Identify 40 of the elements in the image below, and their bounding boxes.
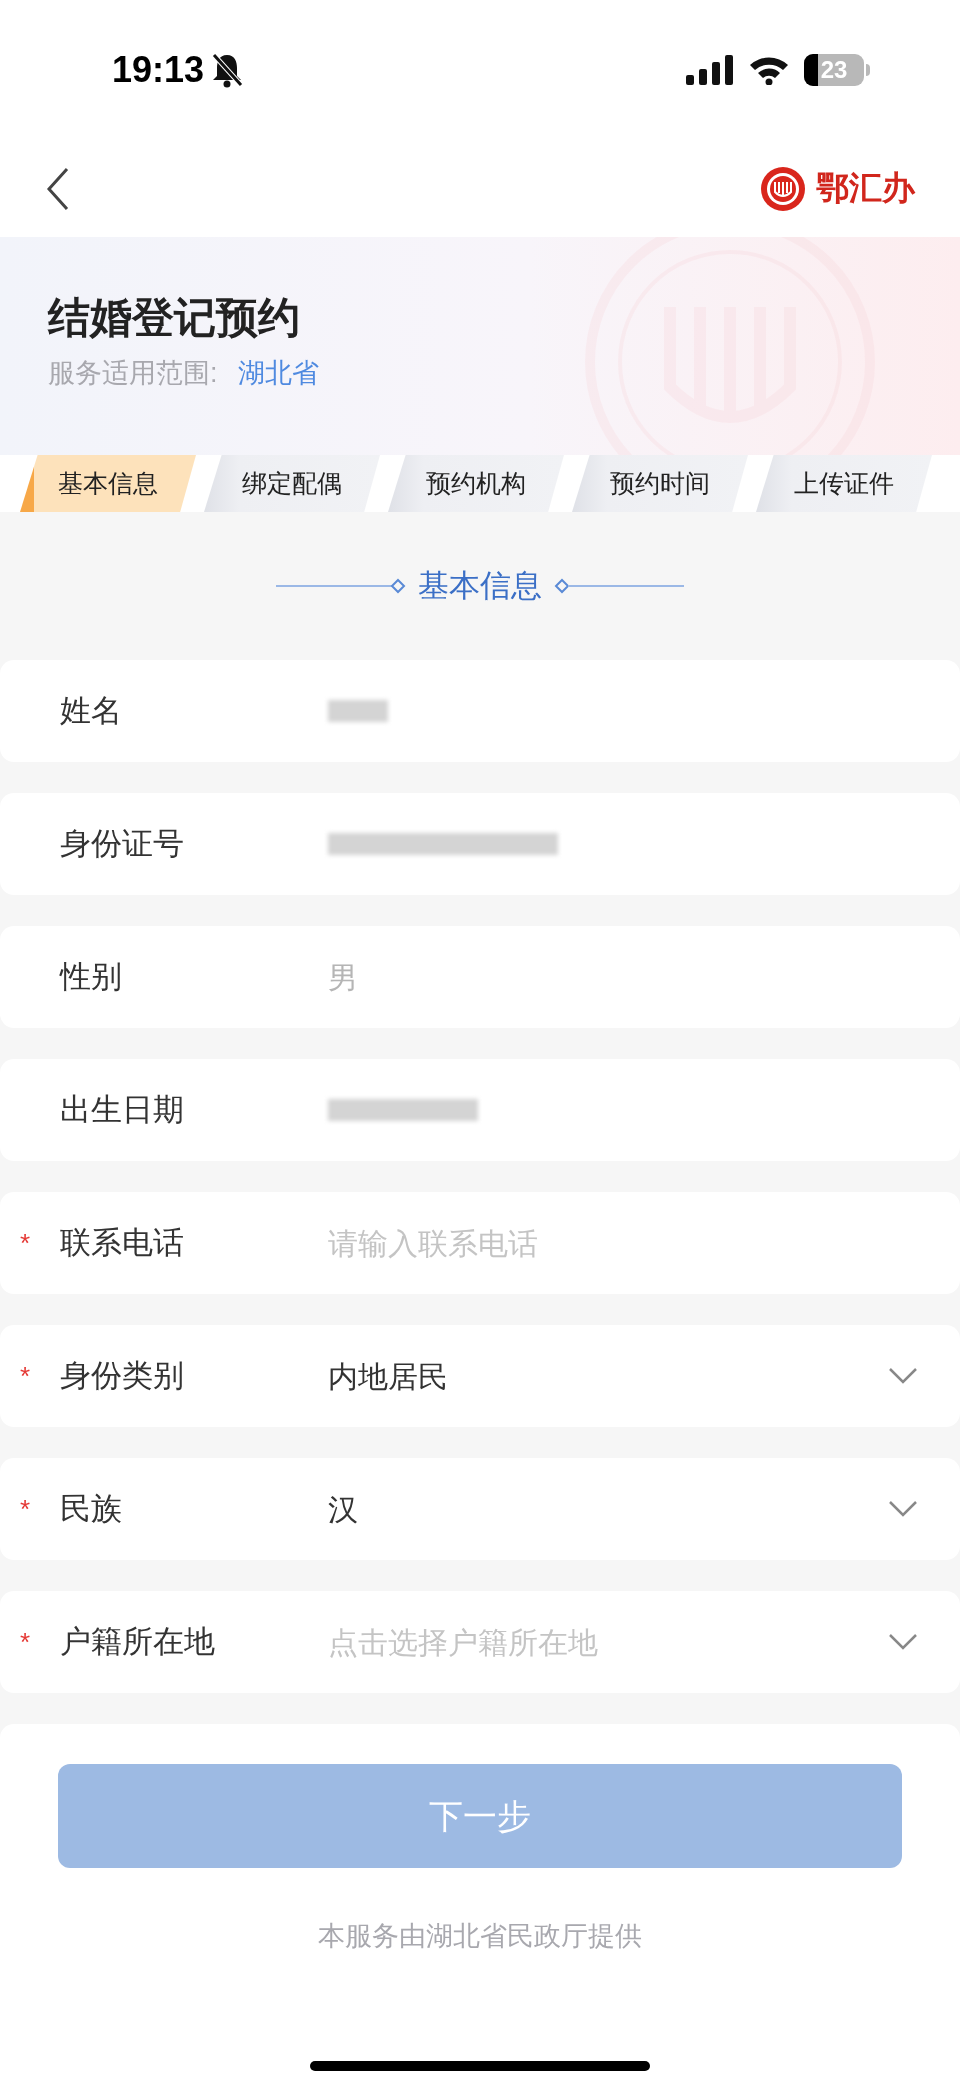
select-value[interactable]: 汉 — [328, 1486, 888, 1532]
battery-fill — [804, 54, 818, 86]
battery-level: 23 — [820, 55, 848, 85]
chevron-down-icon — [888, 1633, 918, 1651]
wifi-icon — [748, 55, 790, 85]
field-label: 民族 — [60, 1489, 123, 1528]
phone-input-field[interactable]: 请输入联系电话 — [328, 1220, 920, 1266]
field-label: 联系电话 — [60, 1223, 185, 1262]
step-tab[interactable]: 上传证件 — [756, 455, 932, 512]
required-mark: * — [20, 1230, 31, 1256]
field-label: 身份证号 — [60, 824, 185, 863]
step-tab[interactable]: 预约机构 — [388, 455, 564, 512]
emblem-watermark-icon — [585, 237, 875, 455]
required-mark: * — [20, 1496, 31, 1522]
scope-label: 服务适用范围: — [48, 356, 218, 390]
app-logo-text: 鄂汇办 — [816, 168, 915, 208]
bell-muted-icon — [210, 52, 245, 88]
field-value: 男 — [328, 959, 358, 996]
emblem-logo-icon — [760, 165, 806, 212]
section-title: 基本信息 — [418, 566, 542, 605]
required-mark: * — [20, 1629, 31, 1655]
field-label: 身份类别 — [60, 1356, 185, 1395]
signal-icon — [686, 55, 734, 85]
chevron-down-icon — [888, 1367, 918, 1385]
footer-note: 本服务由湖北省民政厅提供 — [318, 1920, 642, 1953]
field-label: 出生日期 — [60, 1090, 185, 1129]
scope-value: 湖北省 — [237, 356, 319, 390]
page-title: 结婚登记预约 — [48, 293, 301, 343]
field-label: 户籍所在地 — [60, 1622, 216, 1661]
field-label: 性别 — [60, 957, 123, 996]
chevron-down-icon — [888, 1500, 918, 1518]
step-tab[interactable]: 预约时间 — [572, 455, 748, 512]
phone-field[interactable]: * 联系电话 请输入联系电话 — [0, 1192, 960, 1294]
step-tab[interactable]: 基本信息 — [20, 455, 196, 512]
back-icon[interactable] — [46, 166, 70, 211]
step-tab[interactable]: 绑定配偶 — [204, 455, 380, 512]
required-mark: * — [20, 1363, 31, 1389]
field-label: 姓名 — [60, 691, 123, 730]
select-value[interactable]: 内地居民 — [328, 1353, 888, 1399]
status-time: 19:13 — [112, 48, 205, 92]
